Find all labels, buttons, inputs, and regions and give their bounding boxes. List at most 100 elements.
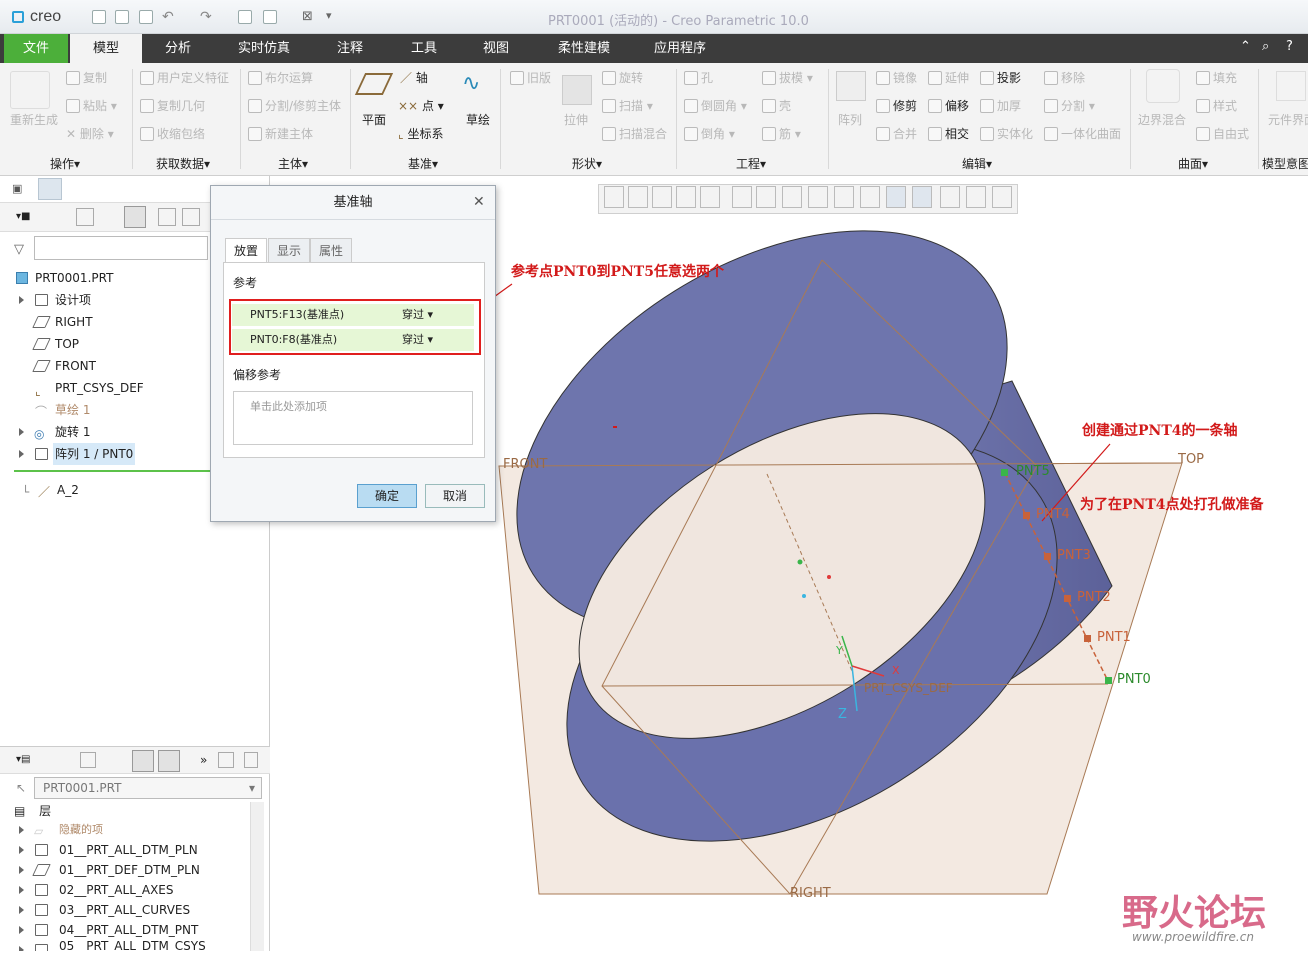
expand-caret-icon[interactable] — [19, 926, 24, 934]
spin-center-icon[interactable] — [886, 186, 906, 208]
annotation-display-icon[interactable] — [860, 186, 880, 208]
swept-blend-button[interactable]: 扫描混合 — [602, 125, 667, 142]
zoom-out-icon[interactable] — [652, 186, 672, 208]
pause-icon[interactable] — [966, 186, 986, 208]
style-button[interactable]: 样式 — [1196, 97, 1237, 114]
split-button[interactable]: 分割 ▾ — [1044, 97, 1095, 114]
tree-filter-icon[interactable] — [158, 208, 176, 226]
extend-button[interactable]: 延伸 — [928, 69, 969, 86]
layer-view-icon[interactable] — [132, 750, 154, 772]
tab-applications[interactable]: 应用程序 — [644, 34, 716, 63]
component-interface-button[interactable]: 元件界面 — [1268, 111, 1308, 128]
open-file-icon[interactable] — [115, 10, 129, 24]
group-surfaces[interactable]: 曲面▾ — [1178, 155, 1208, 172]
sketch-button[interactable]: 草绘 — [466, 111, 490, 128]
shrinkwrap-button[interactable]: 收缩包络 — [140, 125, 205, 142]
layer-settings-icon[interactable]: ▾▤ — [16, 754, 30, 765]
tab-properties[interactable]: 属性 — [310, 238, 353, 262]
layer-item[interactable]: 01__PRT_ALL_DTM_PLN — [0, 839, 250, 861]
expand-caret-icon[interactable] — [19, 826, 24, 834]
windows-icon[interactable] — [263, 10, 277, 24]
group-engineering[interactable]: 工程▾ — [736, 155, 766, 172]
new-file-icon[interactable] — [92, 10, 106, 24]
group-datum[interactable]: 基准▾ — [408, 155, 438, 172]
close-window-icon[interactable]: ⊠ — [302, 9, 313, 24]
ok-button[interactable]: 确定 — [357, 484, 417, 508]
regenerate-button[interactable]: 重新生成 — [10, 111, 58, 128]
regenerate-icon[interactable] — [10, 71, 50, 109]
section-icon[interactable] — [808, 186, 828, 208]
delete-button[interactable]: ✕ 删除 ▾ — [66, 125, 114, 142]
refit-icon[interactable] — [604, 186, 624, 208]
axis-button[interactable]: ／ 轴 — [400, 69, 428, 86]
layer-item[interactable]: 01__PRT_DEF_DTM_PLN — [0, 859, 250, 881]
merge-button[interactable]: 合并 — [876, 125, 917, 142]
shell-button[interactable]: 壳 — [762, 97, 791, 114]
boundary-blend-button[interactable]: 边界混合 — [1138, 111, 1186, 128]
paste-button[interactable]: 粘贴 ▾ — [66, 97, 117, 114]
csys-display-icon[interactable] — [940, 186, 960, 208]
project-button[interactable]: 投影 — [980, 69, 1021, 86]
tab-display[interactable]: 显示 — [268, 238, 311, 262]
layer-item[interactable]: 04__PRT_ALL_DTM_PNT — [0, 919, 250, 941]
minimize-ribbon-icon[interactable]: ⌃ — [1240, 39, 1251, 54]
expand-caret-icon[interactable] — [19, 866, 24, 874]
datum-display-icon[interactable] — [834, 186, 854, 208]
help-icon[interactable]: ? — [1286, 39, 1293, 54]
tab-tools[interactable]: 工具 — [396, 34, 452, 63]
tree-columns-icon[interactable] — [76, 208, 94, 226]
draft-button[interactable]: 拔模 ▾ — [762, 69, 813, 86]
tab-view[interactable]: 视图 — [468, 34, 524, 63]
tree-settings-icon[interactable]: ▾■ — [16, 211, 30, 222]
close-icon[interactable]: ✕ — [473, 194, 485, 210]
mirror-button[interactable]: 镜像 — [876, 69, 917, 86]
search-icon[interactable]: ⌕ — [1262, 39, 1269, 54]
folder-browser-tab-icon[interactable] — [38, 178, 62, 200]
zoom-in-icon[interactable] — [628, 186, 648, 208]
next-icon[interactable] — [992, 186, 1012, 208]
group-model-intent[interactable]: 模型意图 — [1262, 155, 1308, 172]
udf-button[interactable]: 用户定义特征 — [140, 69, 229, 86]
tab-flexible-modeling[interactable]: 柔性建模 — [544, 34, 624, 63]
remove-button[interactable]: 移除 — [1044, 69, 1085, 86]
round-button[interactable]: 倒圆角 ▾ — [684, 97, 747, 114]
save-icon[interactable] — [139, 10, 153, 24]
pattern-button[interactable]: 阵列 — [838, 111, 862, 128]
cancel-button[interactable]: 取消 — [425, 484, 485, 508]
copy-geometry-button[interactable]: 复制几何 — [140, 97, 205, 114]
expand-caret-icon[interactable] — [19, 906, 24, 914]
show-tree-icon[interactable] — [124, 206, 146, 228]
redo-icon[interactable]: ↷ — [200, 9, 212, 25]
offset-button[interactable]: 偏移 — [928, 97, 969, 114]
group-operations[interactable]: 操作▾ — [50, 155, 80, 172]
view-manager-icon[interactable] — [756, 186, 776, 208]
expand-caret-icon[interactable] — [19, 296, 24, 304]
perspective-icon[interactable] — [782, 186, 802, 208]
new-body-button[interactable]: 新建主体 — [248, 125, 313, 142]
boolean-button[interactable]: 布尔运算 — [248, 69, 313, 86]
layer-props-icon[interactable] — [218, 752, 234, 768]
tab-analysis[interactable]: 分析 — [150, 34, 206, 63]
expand-caret-icon[interactable] — [19, 428, 24, 436]
group-shapes[interactable]: 形状▾ — [572, 155, 602, 172]
expand-caret-icon[interactable] — [19, 886, 24, 894]
undo-icon[interactable]: ↶ — [162, 9, 174, 25]
offset-references-input[interactable]: 单击此处添加项 — [233, 391, 473, 445]
tab-annotate[interactable]: 注释 — [322, 34, 378, 63]
layer-item[interactable]: 05__PRT_ALL_DTM_CSYS — [0, 939, 250, 951]
regenerate-icon[interactable] — [238, 10, 252, 24]
csys-button[interactable]: ⌞ 坐标系 — [398, 125, 443, 142]
hole-button[interactable]: 孔 — [684, 69, 713, 86]
rib-button[interactable]: 筋 ▾ — [762, 125, 801, 142]
intersect-button[interactable]: 相交 — [928, 125, 969, 142]
tab-model[interactable]: 模型 — [70, 34, 142, 63]
customize-toolbar-icon[interactable]: ▾ — [326, 9, 332, 22]
model-tree-tab-icon[interactable]: ▣ — [12, 182, 22, 195]
tree-search-input[interactable] — [34, 236, 208, 260]
expand-caret-icon[interactable] — [19, 450, 24, 458]
extrude-button[interactable]: 拉伸 — [564, 111, 588, 128]
expand-caret-icon[interactable] — [19, 846, 24, 854]
layer-columns-icon[interactable] — [80, 752, 96, 768]
chamfer-button[interactable]: 倒角 ▾ — [684, 125, 735, 142]
group-body[interactable]: 主体▾ — [278, 155, 308, 172]
